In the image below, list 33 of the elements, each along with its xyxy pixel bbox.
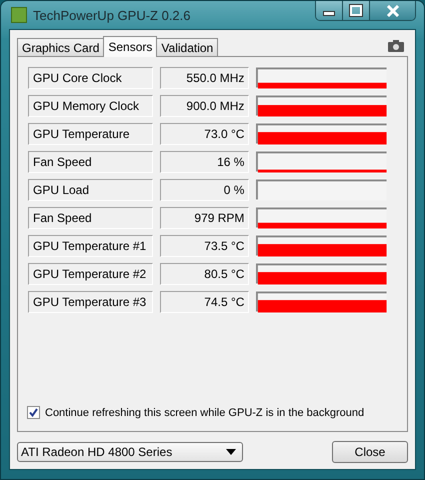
dropdown-arrow-icon: [226, 449, 236, 455]
close-button[interactable]: [370, 1, 415, 20]
checkbox-label: Continue refreshing this screen while GPU-Z is in the background: [45, 406, 364, 418]
sensor-name: Fan Speed: [28, 151, 154, 173]
gpu-dropdown[interactable]: ATI Radeon HD 4800 Series: [17, 442, 243, 462]
sensor-value: 74.5 °C: [160, 291, 250, 313]
app-icon: [11, 7, 27, 23]
close-dialog-button[interactable]: Close: [332, 441, 408, 463]
sensor-name: GPU Temperature #1: [28, 235, 154, 257]
window-title: TechPowerUp GPU-Z 0.2.6: [33, 8, 192, 22]
sensor-value: 73.5 °C: [160, 235, 250, 257]
sensor-value: 900.0 MHz: [160, 95, 250, 117]
tab[interactable]: Validation: [156, 38, 218, 56]
camera-icon[interactable]: [388, 40, 404, 52]
sensor-value: 979 RPM: [160, 207, 250, 229]
sensor-name: Fan Speed: [28, 207, 154, 229]
sensor-name: GPU Temperature #3: [28, 291, 154, 313]
close-icon: [386, 4, 400, 16]
sensor-name: GPU Temperature #2: [28, 263, 154, 285]
sensor-name: GPU Memory Clock: [28, 95, 154, 117]
tab[interactable]: Graphics Card: [17, 38, 104, 56]
maximize-button[interactable]: [343, 1, 370, 20]
sensor-value: 73.0 °C: [160, 123, 250, 145]
sensor-name: GPU Core Clock: [28, 67, 154, 89]
sensor-name: GPU Temperature: [28, 123, 154, 145]
sensor-value: 550.0 MHz: [160, 67, 250, 89]
sensor-value: 0 %: [160, 179, 250, 201]
sensor-value: 80.5 °C: [160, 263, 250, 285]
minimize-button[interactable]: [316, 1, 343, 20]
sensor-value: 16 %: [160, 151, 250, 173]
sensor-name: GPU Load: [28, 179, 154, 201]
refresh-checkbox[interactable]: [27, 406, 40, 419]
tab[interactable]: Sensors: [103, 36, 158, 57]
